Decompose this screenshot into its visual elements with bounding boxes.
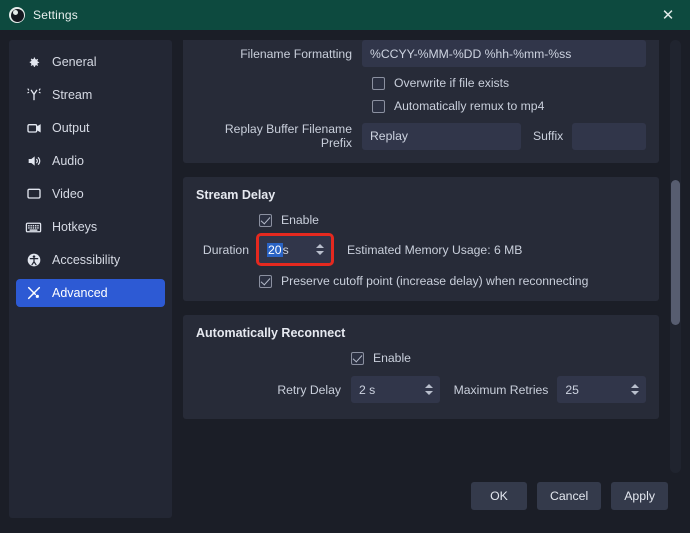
- sidebar-item-stream[interactable]: Stream: [16, 81, 165, 109]
- filename-formatting-input[interactable]: %CCYY-%MM-%DD %hh-%mm-%ss: [362, 40, 646, 67]
- close-icon[interactable]: ✕: [646, 0, 690, 30]
- sidebar-item-label: Accessibility: [52, 253, 121, 267]
- remux-checkbox[interactable]: [372, 99, 385, 113]
- chevron-up-icon[interactable]: [424, 384, 433, 388]
- preserve-cutoff-label: Preserve cutoff point (increase delay) w…: [281, 274, 589, 288]
- sidebar-item-label: Audio: [52, 154, 84, 168]
- broadcast-icon: [25, 87, 42, 104]
- max-retries-spinner-arrows[interactable]: [631, 376, 639, 403]
- sidebar-item-hotkeys[interactable]: Hotkeys: [16, 213, 165, 241]
- retry-row: Retry Delay 2 s Maximum Retries 25: [196, 376, 646, 403]
- reconnect-enable-checkbox[interactable]: [351, 351, 364, 365]
- keyboard-icon: [25, 219, 42, 236]
- stream-delay-enable-row: Enable: [196, 213, 646, 227]
- output-screen-icon: [25, 120, 42, 137]
- dialog-buttons: OK Cancel Apply: [183, 473, 681, 518]
- chevron-down-icon[interactable]: [631, 391, 639, 395]
- overwrite-checkbox[interactable]: [372, 76, 385, 90]
- replay-prefix-input[interactable]: Replay: [362, 122, 521, 150]
- apply-button[interactable]: Apply: [611, 481, 668, 510]
- gear-icon: [25, 54, 42, 71]
- duration-unit: s: [282, 242, 289, 257]
- sidebar-item-label: Stream: [52, 88, 93, 102]
- duration-spinbox[interactable]: 20 s: [256, 233, 334, 266]
- stream-delay-enable-label: Enable: [281, 213, 319, 227]
- stream-delay-title: Stream Delay: [196, 188, 276, 202]
- retry-delay-label: Retry Delay: [277, 382, 341, 397]
- sidebar-item-general[interactable]: General: [16, 48, 165, 76]
- duration-row: Duration 20 s Estimated Memory Usage: 6 …: [196, 233, 646, 266]
- replay-prefix-row: Replay Buffer Filename Prefix Replay Suf…: [196, 122, 646, 150]
- max-retries-label: Maximum Retries: [453, 382, 549, 397]
- duration-label: Duration: [202, 242, 249, 257]
- suffix-input[interactable]: [572, 122, 646, 150]
- duration-spinner-arrows[interactable]: [316, 236, 324, 263]
- speaker-icon: [25, 153, 42, 170]
- suffix-label: Suffix: [533, 129, 564, 143]
- settings-sidebar: General Stream Output Audio Video Hotkey…: [9, 40, 172, 518]
- retry-delay-value: 2 s: [359, 382, 376, 397]
- overwrite-row: Overwrite if file exists: [196, 76, 646, 90]
- filename-formatting-row: Filename Formatting %CCYY-%MM-%DD %hh-%m…: [196, 40, 646, 67]
- tools-icon: [25, 285, 42, 302]
- settings-scroll-area: Filename Formatting %CCYY-%MM-%DD %hh-%m…: [183, 40, 681, 473]
- chevron-up-icon[interactable]: [316, 244, 324, 248]
- scrollbar-thumb[interactable]: [671, 180, 680, 325]
- sidebar-item-advanced[interactable]: Advanced: [16, 279, 165, 307]
- advanced-settings-panel: Filename Formatting %CCYY-%MM-%DD %hh-%m…: [183, 40, 681, 419]
- sidebar-item-label: Video: [52, 187, 84, 201]
- auto-reconnect-title: Automatically Reconnect: [196, 326, 346, 340]
- chevron-down-icon[interactable]: [316, 251, 324, 255]
- stream-delay-enable-checkbox[interactable]: [259, 213, 272, 227]
- title-bar: Settings ✕: [0, 0, 690, 30]
- sidebar-item-label: Output: [52, 121, 90, 135]
- retry-delay-spinner-arrows[interactable]: [424, 376, 433, 403]
- sidebar-item-accessibility[interactable]: Accessibility: [16, 246, 165, 274]
- sidebar-item-audio[interactable]: Audio: [16, 147, 165, 175]
- replay-prefix-label: Replay Buffer Filename Prefix: [224, 122, 352, 150]
- preserve-cutoff-row: Preserve cutoff point (increase delay) w…: [196, 274, 646, 288]
- max-retries-spinbox[interactable]: 25: [557, 376, 646, 403]
- filename-formatting-label: Filename Formatting: [240, 46, 352, 61]
- reconnect-enable-row: Enable: [196, 351, 646, 365]
- settings-window: Settings ✕ General Stream Output Audio V…: [0, 0, 690, 533]
- accessibility-icon: [25, 252, 42, 269]
- settings-content: Filename Formatting %CCYY-%MM-%DD %hh-%m…: [183, 40, 681, 518]
- stream-delay-group: Stream Delay Enable Duration 20 s Estima…: [183, 177, 659, 301]
- chevron-up-icon[interactable]: [631, 384, 639, 388]
- remux-row: Automatically remux to mp4: [196, 99, 646, 113]
- preserve-cutoff-checkbox[interactable]: [259, 274, 272, 288]
- chevron-down-icon[interactable]: [424, 391, 433, 395]
- sidebar-item-label: General: [52, 55, 97, 69]
- cancel-button[interactable]: Cancel: [536, 481, 602, 510]
- sidebar-item-video[interactable]: Video: [16, 180, 165, 208]
- sidebar-item-label: Hotkeys: [52, 220, 98, 234]
- sidebar-item-label: Advanced: [52, 286, 108, 300]
- monitor-icon: [25, 186, 42, 203]
- auto-reconnect-group: Automatically Reconnect Enable Retry Del…: [183, 315, 659, 419]
- ok-button[interactable]: OK: [470, 481, 527, 510]
- recording-group: Filename Formatting %CCYY-%MM-%DD %hh-%m…: [183, 40, 659, 163]
- window-title: Settings: [33, 8, 78, 22]
- window-body: General Stream Output Audio Video Hotkey…: [0, 30, 690, 533]
- duration-value: 20: [267, 242, 283, 257]
- sidebar-item-output[interactable]: Output: [16, 114, 165, 142]
- reconnect-enable-label: Enable: [373, 351, 411, 365]
- remux-label: Automatically remux to mp4: [394, 99, 545, 113]
- retry-delay-spinbox[interactable]: 2 s: [351, 376, 440, 403]
- obs-logo-icon: [9, 7, 25, 23]
- max-retries-value: 25: [565, 382, 579, 397]
- overwrite-label: Overwrite if file exists: [394, 76, 510, 90]
- estimated-memory-usage: Estimated Memory Usage: 6 MB: [347, 242, 523, 257]
- content-scrollbar[interactable]: [670, 40, 681, 473]
